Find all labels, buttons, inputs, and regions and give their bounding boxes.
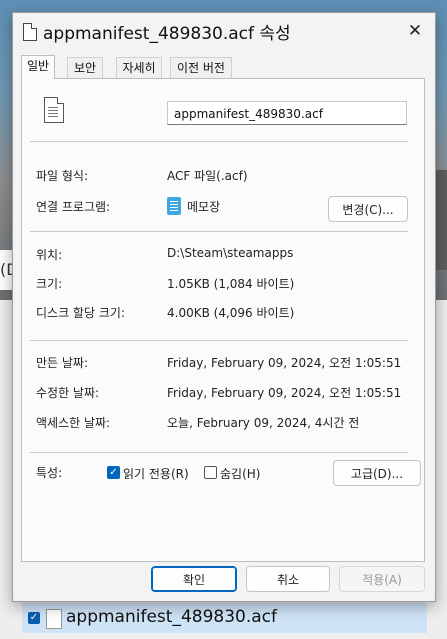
- hidden-label[interactable]: 숨김(H): [220, 465, 260, 482]
- separator: [30, 231, 408, 232]
- file-name-input[interactable]: appmanifest_489830.acf: [167, 101, 407, 125]
- modified-value: Friday, February 09, 2024, 오전 1:05:51: [167, 386, 402, 400]
- tab-general[interactable]: 일반: [21, 55, 55, 79]
- created-label: 만든 날짜:: [36, 356, 89, 370]
- size-on-disk-label: 디스크 할당 크기:: [36, 306, 125, 320]
- dialog-title: appmanifest_489830.acf 속성: [43, 24, 291, 44]
- explorer-file-row[interactable]: ✓ appmanifest_489830.acf: [22, 603, 427, 633]
- advanced-button[interactable]: 고급(D)...: [333, 460, 421, 486]
- cancel-button[interactable]: 취소: [246, 566, 330, 592]
- created-value: Friday, February 09, 2024, 오전 1:05:51: [167, 356, 402, 370]
- notepad-icon: [167, 197, 181, 215]
- close-button[interactable]: ✕: [403, 19, 427, 43]
- modified-label: 수정한 날짜:: [36, 386, 100, 400]
- ok-button[interactable]: 확인: [151, 566, 237, 592]
- document-icon: [44, 97, 64, 123]
- file-type-value: ACF 파일(.acf): [167, 169, 248, 183]
- readonly-checkbox[interactable]: ✓: [107, 466, 120, 479]
- separator: [30, 452, 408, 453]
- dialog-footer: 확인 취소 적용(A): [13, 561, 435, 601]
- hidden-checkbox[interactable]: [204, 466, 217, 479]
- title-bar[interactable]: appmanifest_489830.acf 속성 ✕: [13, 13, 435, 51]
- accessed-value: 오늘, February 09, 2024, 4시간 전: [167, 416, 360, 430]
- file-icon: [23, 23, 37, 41]
- file-row-name: appmanifest_489830.acf: [66, 607, 277, 627]
- file-row-icon: [46, 609, 62, 629]
- size-label: 크기:: [36, 277, 63, 291]
- separator: [30, 141, 408, 142]
- readonly-label[interactable]: 읽기 전용(R): [123, 465, 189, 482]
- location-label: 위치:: [36, 248, 63, 262]
- properties-dialog: appmanifest_489830.acf 속성 ✕ 일반 보안 자세히 이전…: [12, 12, 436, 602]
- size-value: 1.05KB (1,084 바이트): [167, 277, 295, 291]
- location-value: D:\Steam\steamapps: [167, 246, 294, 260]
- file-type-label: 파일 형식:: [36, 169, 89, 183]
- general-panel: appmanifest_489830.acf 파일 형식: ACF 파일(.ac…: [21, 78, 425, 562]
- tab-security[interactable]: 보안: [67, 57, 103, 79]
- opens-with-value: 메모장: [187, 200, 221, 214]
- size-on-disk-value: 4.00KB (4,096 바이트): [167, 306, 295, 320]
- change-button[interactable]: 변경(C)...: [328, 196, 408, 222]
- tab-previous-versions[interactable]: 이전 버전: [170, 57, 232, 79]
- accessed-label: 액세스한 날짜:: [36, 416, 111, 430]
- apply-button[interactable]: 적용(A): [339, 566, 425, 592]
- opens-with-label: 연결 프로그램:: [36, 200, 111, 214]
- separator: [30, 340, 408, 341]
- tab-details[interactable]: 자세히: [116, 57, 162, 79]
- file-row-checkbox[interactable]: ✓: [28, 612, 40, 624]
- attributes-label: 특성:: [36, 466, 63, 480]
